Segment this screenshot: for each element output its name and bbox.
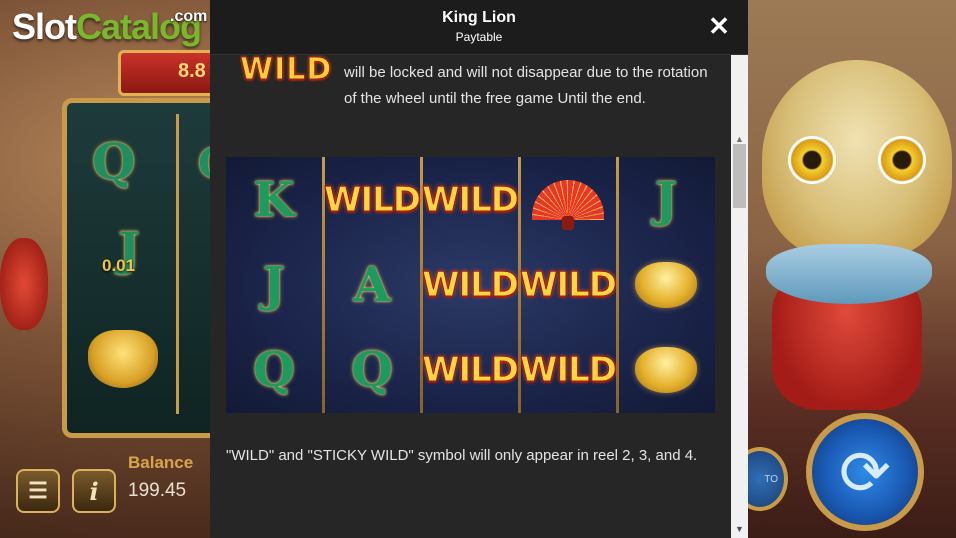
grid-cell: WILD xyxy=(421,242,519,327)
spin-button[interactable]: ⟳ xyxy=(806,413,924,531)
logo-suffix: .com xyxy=(170,8,208,25)
example-reels-image: K WILD WILD J J A WILD WILD Q Q WILD WIL… xyxy=(226,157,715,413)
modal-title: King Lion xyxy=(442,9,516,26)
wild-symbol: WILD xyxy=(323,179,421,220)
autoplay-label: TO xyxy=(764,473,778,485)
fan-icon xyxy=(532,179,604,230)
wild-symbol: WILD xyxy=(421,349,519,390)
sticky-wild-description: will be locked and will not disappear du… xyxy=(344,64,708,107)
wild-symbol: WILD xyxy=(519,349,617,390)
symbol-k: K xyxy=(253,171,295,228)
info-icon: i xyxy=(89,476,99,506)
close-button[interactable]: ✕ xyxy=(706,11,732,41)
grid-cell: J xyxy=(618,157,714,242)
symbol-j: J xyxy=(654,171,678,228)
symbol-q: Q xyxy=(351,341,393,398)
grid-cell: WILD xyxy=(323,157,421,242)
logo-main-text: Slot xyxy=(12,6,77,47)
modal-subtitle: Paytable xyxy=(455,30,503,44)
wild-reels-description: "WILD" and "STICKY WILD" symbol will onl… xyxy=(226,447,698,464)
scroll-thumb[interactable] xyxy=(733,144,746,208)
hamburger-menu-icon: ☰ xyxy=(28,478,48,503)
gold-ingot-icon xyxy=(635,346,697,393)
grid-cell xyxy=(520,157,616,242)
paytable-modal: WILD will be locked and will not disappe… xyxy=(210,0,748,538)
symbol-j: J xyxy=(262,256,286,313)
refresh-spin-icon: ⟳ xyxy=(839,438,891,508)
gold-ingot-symbol xyxy=(88,330,158,388)
balance-value: 199.45 xyxy=(128,480,187,501)
menu-button[interactable]: ☰ xyxy=(16,469,60,513)
modal-header: King Lion Paytable ✕ xyxy=(210,0,748,55)
grid-cell: WILD xyxy=(421,327,519,412)
wild-symbol-text: WILD xyxy=(240,52,333,88)
reel-symbol: Q xyxy=(92,132,136,191)
wild-symbol: WILD xyxy=(519,264,617,305)
lion-head xyxy=(762,60,952,304)
symbol-prize-value: 0.01 xyxy=(102,256,136,275)
close-icon: ✕ xyxy=(708,10,730,41)
grid-cell: WILD xyxy=(519,327,617,412)
gold-ingot-icon xyxy=(635,261,697,308)
grid-cell xyxy=(618,242,714,327)
grid-cell xyxy=(618,327,714,412)
lantern-decoration xyxy=(0,238,48,330)
lion-eye xyxy=(788,136,836,184)
scroll-down-arrow-icon[interactable]: ▼ xyxy=(731,524,748,536)
wild-symbol: WILD xyxy=(421,264,519,305)
lion-eye xyxy=(878,136,926,184)
reel-divider xyxy=(176,114,179,414)
symbol-a: A xyxy=(353,256,391,313)
wild-symbol: WILD xyxy=(421,179,519,220)
symbol-q: Q xyxy=(253,341,295,398)
grid-cell: Q xyxy=(226,327,322,412)
grid-cell: WILD xyxy=(519,242,617,327)
lion-mouth xyxy=(766,244,932,304)
info-button[interactable]: i xyxy=(72,469,116,513)
king-lion-character xyxy=(752,40,952,410)
grid-cell: K xyxy=(226,157,322,242)
modal-scrollbar[interactable]: ▲ ▼ xyxy=(731,54,748,538)
grid-cell: J xyxy=(226,242,322,327)
grid-cell: WILD xyxy=(421,157,519,242)
balance-label: Balance xyxy=(128,453,194,472)
jackpot-banner-value: 8.8 xyxy=(178,60,206,82)
grid-cell: Q xyxy=(324,327,420,412)
grid-cell: A xyxy=(324,242,420,327)
